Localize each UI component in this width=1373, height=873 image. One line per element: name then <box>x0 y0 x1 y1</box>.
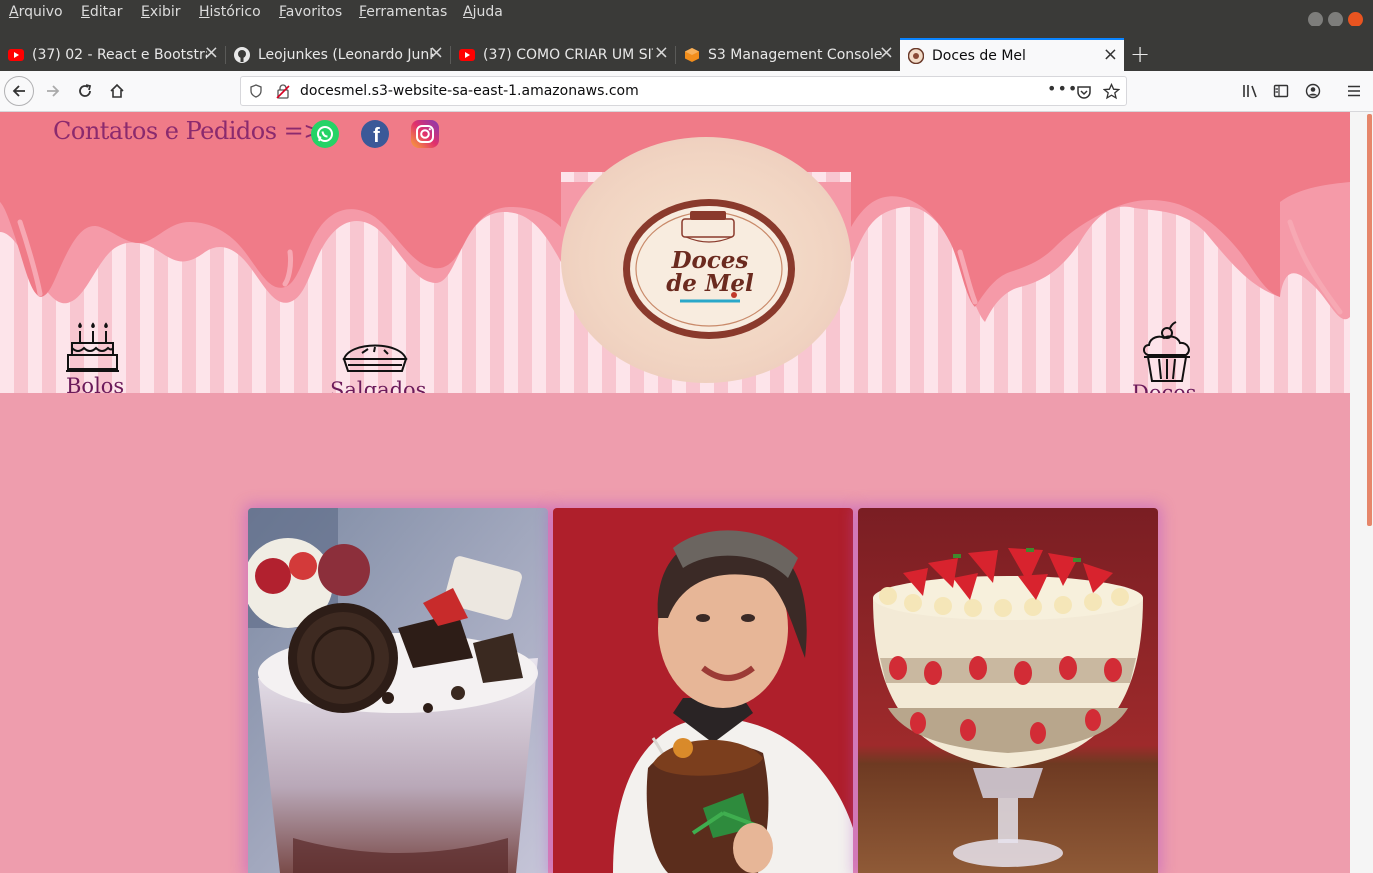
close-tab-icon[interactable]: × <box>879 44 894 62</box>
nav-doces-link[interactable]: Doces <box>1132 381 1196 393</box>
back-button[interactable] <box>4 76 34 106</box>
insecure-connection-icon <box>276 84 290 99</box>
page-scrollbar-thumb[interactable] <box>1367 114 1372 526</box>
nav-bolos-link[interactable]: Bolos <box>66 374 124 393</box>
address-bar[interactable]: docesmel.s3-website-sa-east-1.amazonaws.… <box>240 76 1127 106</box>
contacts-label: Contatos e Pedidos => <box>53 117 323 145</box>
menu-favoritos[interactable]: Favoritos <box>279 4 342 20</box>
bookmark-star-icon[interactable] <box>1103 83 1120 100</box>
photo-oreo-dessert <box>248 508 548 873</box>
tab-title: Doces de Mel <box>932 47 1026 64</box>
reload-icon <box>79 84 92 97</box>
url-text: docesmel.s3-website-sa-east-1.amazonaws.… <box>300 83 639 99</box>
shield-icon <box>250 84 262 98</box>
aws-icon <box>684 47 700 63</box>
photo-baker-woman <box>553 508 853 873</box>
close-tab-icon[interactable]: × <box>204 44 219 62</box>
menu-historico[interactable]: Histórico <box>199 4 261 20</box>
back-arrow-icon <box>12 85 25 97</box>
tab-react-bootstrap[interactable]: (37) 02 - React e Bootstrap × <box>0 38 225 71</box>
tab-title: Leojunkes (Leonardo Junkes) <box>258 46 433 63</box>
facebook-icon[interactable]: f <box>361 120 389 148</box>
close-tab-icon[interactable]: × <box>429 44 444 62</box>
logo-line-1: Doces <box>671 247 749 274</box>
forward-button[interactable] <box>38 76 68 106</box>
close-tab-icon[interactable]: × <box>1103 46 1118 64</box>
logo-line-2: de Mel <box>666 270 754 297</box>
sidebar-icon <box>1273 84 1289 98</box>
close-tab-icon[interactable]: × <box>654 44 669 62</box>
tab-criar-site[interactable]: (37) COMO CRIAR UM SITE × <box>451 38 675 71</box>
home-button[interactable] <box>102 76 132 106</box>
doces-de-mel-favicon <box>908 47 924 64</box>
tab-bar: (37) 02 - React e Bootstrap × Leojunkes … <box>0 38 1373 71</box>
header-banner: Contatos e Pedidos => f Doces de Mel Bol… <box>0 112 1350 393</box>
page-viewport: Contatos e Pedidos => f Doces de Mel Bol… <box>0 112 1350 873</box>
home-icon <box>110 83 124 98</box>
nav-salgados-link[interactable]: Salgados <box>330 378 426 393</box>
menu-ajuda[interactable]: Ajuda <box>463 4 503 20</box>
cake-icon[interactable] <box>66 321 119 373</box>
new-tab-button[interactable]: + <box>1130 40 1150 68</box>
page-actions-icon[interactable]: ••• <box>1047 79 1078 98</box>
forward-arrow-icon <box>47 85 60 97</box>
youtube-icon <box>459 47 475 63</box>
menu-bar: Arquivo Editar Exibir Histórico Favorito… <box>0 0 1373 26</box>
photo-strawberry-trifle <box>858 508 1158 873</box>
menu-exibir[interactable]: Exibir <box>141 4 181 20</box>
youtube-icon <box>8 47 24 63</box>
cupcake-icon[interactable] <box>1140 321 1194 383</box>
account-icon <box>1305 83 1321 99</box>
tab-title: (37) COMO CRIAR UM SITE <box>483 46 653 63</box>
library-icon <box>1243 85 1257 98</box>
minimize-button[interactable] <box>1308 12 1323 27</box>
tab-doces-de-mel[interactable]: Doces de Mel × <box>900 38 1124 71</box>
tab-s3-console[interactable]: S3 Management Console × <box>676 38 900 71</box>
reload-button[interactable] <box>70 76 100 106</box>
navigation-toolbar: docesmel.s3-website-sa-east-1.amazonaws.… <box>0 71 1373 112</box>
account-button[interactable] <box>1298 76 1328 106</box>
library-button[interactable] <box>1236 76 1266 106</box>
menu-editar[interactable]: Editar <box>81 4 122 20</box>
pocket-icon[interactable] <box>1076 84 1092 100</box>
menu-arquivo[interactable]: Arquivo <box>9 4 63 20</box>
close-window-button[interactable] <box>1348 12 1363 27</box>
whatsapp-icon[interactable] <box>311 120 339 148</box>
hamburger-menu-icon <box>1348 85 1360 97</box>
instagram-icon[interactable] <box>411 120 439 148</box>
menu-ferramentas[interactable]: Ferramentas <box>359 4 447 20</box>
pie-icon[interactable] <box>342 337 408 375</box>
logo-text: Doces de Mel <box>640 249 780 295</box>
tab-title: (37) 02 - React e Bootstrap <box>32 46 207 63</box>
sidebar-button[interactable] <box>1266 76 1296 106</box>
open-menu-button[interactable] <box>1339 76 1369 106</box>
github-icon <box>234 46 250 63</box>
tab-github[interactable]: Leojunkes (Leonardo Junkes) × <box>226 38 450 71</box>
maximize-button[interactable] <box>1328 12 1343 27</box>
tab-title: S3 Management Console <box>708 46 883 63</box>
